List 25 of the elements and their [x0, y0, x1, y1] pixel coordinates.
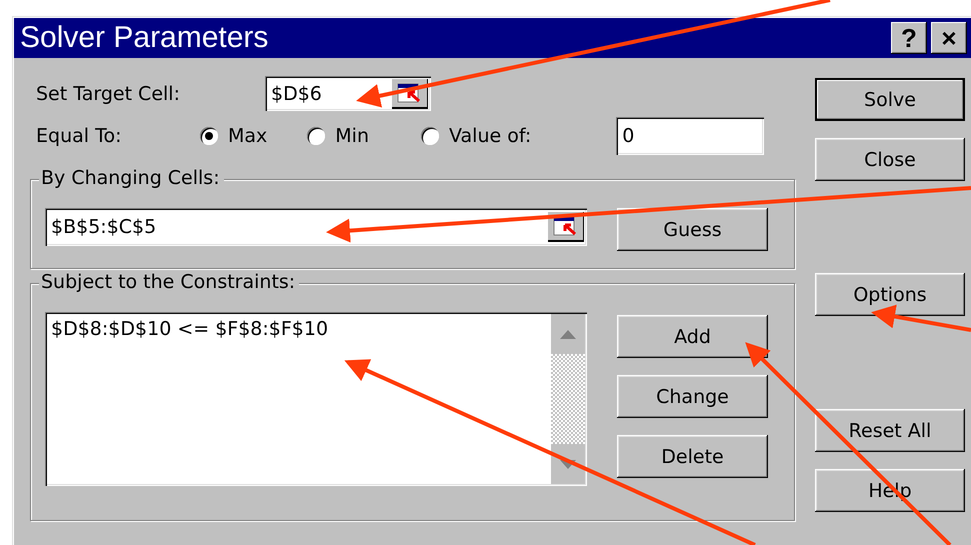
radio-option[interactable]: Max [200, 125, 268, 147]
changing-cells-field[interactable]: $B$5:$C$5 [45, 208, 587, 246]
constraints-list[interactable]: $D$8:$D$10 <= $F$8:$F$10 [45, 312, 587, 486]
constraint-item[interactable]: $D$8:$D$10 <= $F$8:$F$10 [51, 318, 328, 340]
scroll-up-icon[interactable] [551, 314, 585, 354]
dialog-button[interactable]: Options [815, 273, 965, 316]
group-label: By Changing Cells: [39, 167, 224, 189]
group-label: Subject to the Constraints: [39, 271, 300, 293]
constraint-button[interactable]: Delete [617, 435, 768, 478]
radio-option[interactable]: Value of: [421, 125, 532, 147]
field-label: Set Target Cell: [35, 82, 181, 104]
radio-option[interactable]: Min [307, 125, 369, 147]
constraint-button[interactable]: Add [617, 315, 768, 358]
window-title: Solver Parameters [20, 21, 268, 55]
field-label: Equal To: [35, 125, 122, 147]
scrollbar[interactable] [551, 314, 585, 484]
dialog-button[interactable]: Solve [815, 78, 965, 121]
target-cell-field[interactable]: $D$6 [265, 76, 431, 111]
value-field[interactable]: 0 [616, 117, 764, 155]
dialog-button[interactable]: Reset All [815, 409, 965, 452]
guess-button[interactable]: Guess [617, 208, 768, 251]
constraint-button[interactable]: Change [617, 375, 768, 418]
help-button[interactable]: ? [891, 22, 927, 54]
close-button[interactable]: × [931, 22, 967, 54]
dialog-button[interactable]: Close [815, 138, 965, 181]
